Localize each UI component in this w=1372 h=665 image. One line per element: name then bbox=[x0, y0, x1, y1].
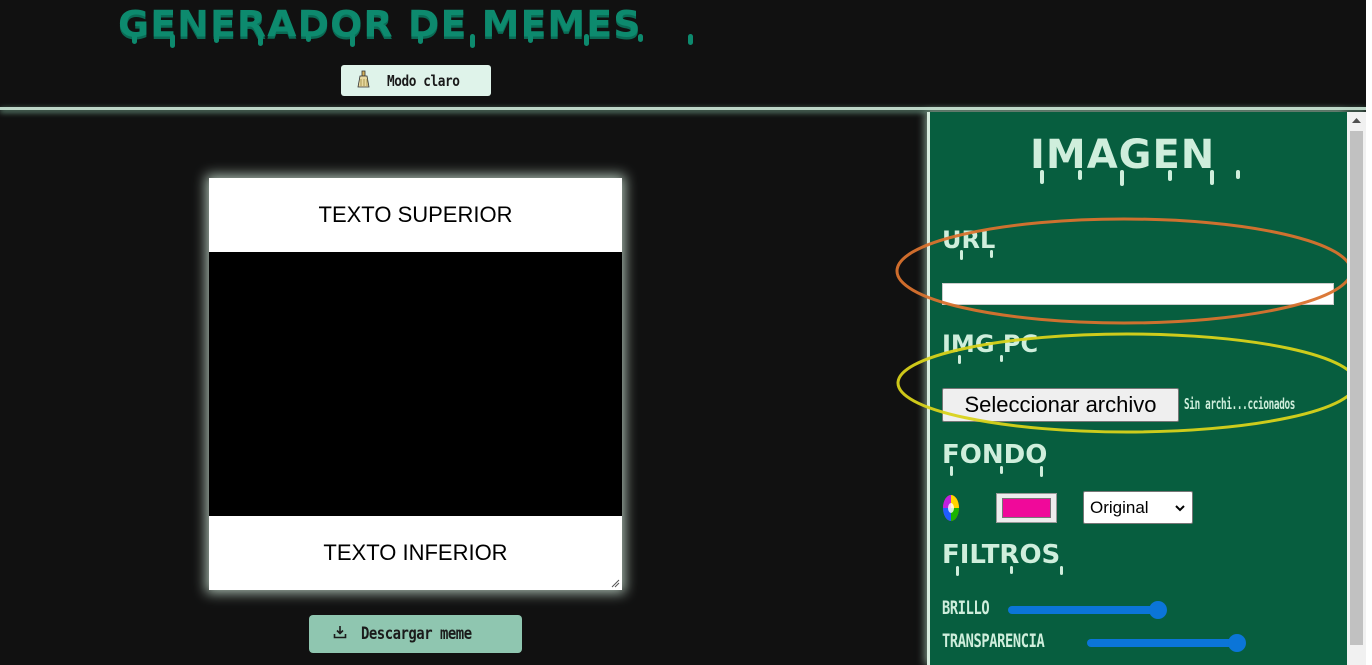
file-status-text: Sin archi...ccionados bbox=[1184, 395, 1296, 413]
brightness-slider-thumb[interactable] bbox=[1149, 601, 1167, 619]
blend-mode-select[interactable]: Original bbox=[1083, 491, 1193, 524]
scrollbar-thumb[interactable] bbox=[1350, 131, 1363, 645]
download-icon bbox=[333, 624, 347, 644]
img-pc-heading: IMG PC bbox=[942, 330, 1039, 358]
meme-image bbox=[209, 252, 622, 516]
header: GENERADOR DE MEMES Modo claro bbox=[0, 0, 1366, 108]
download-label: Descargar meme bbox=[361, 624, 472, 644]
meme-bottom-text: TEXTO INFERIOR bbox=[323, 540, 508, 565]
transparency-label: TRANSPARENCIA bbox=[942, 630, 1045, 652]
select-file-button[interactable]: Seleccionar archivo bbox=[942, 388, 1179, 422]
transparency-slider-thumb[interactable] bbox=[1228, 634, 1246, 652]
url-input[interactable] bbox=[942, 283, 1334, 305]
meme-preview: TEXTO SUPERIOR TEXTO INFERIOR bbox=[209, 178, 622, 590]
theme-toggle-button[interactable]: Modo claro bbox=[341, 65, 491, 96]
background-color-picker[interactable] bbox=[996, 493, 1057, 523]
theme-toggle-label: Modo claro bbox=[387, 71, 460, 90]
download-meme-button[interactable]: Descargar meme bbox=[309, 615, 522, 653]
color-swatch-fill bbox=[1002, 498, 1051, 518]
header-divider bbox=[0, 107, 1366, 110]
chevron-down-icon bbox=[1175, 505, 1185, 512]
color-wheel-icon bbox=[943, 495, 959, 521]
brightness-slider[interactable] bbox=[1008, 606, 1158, 614]
title-drips bbox=[132, 34, 693, 48]
panel-title: IMAGEN bbox=[1030, 132, 1216, 178]
meme-top-text: TEXTO SUPERIOR bbox=[318, 202, 513, 227]
transparency-slider[interactable] bbox=[1087, 639, 1237, 647]
broom-icon bbox=[357, 70, 371, 92]
resize-handle-icon[interactable] bbox=[610, 578, 620, 588]
window-edge bbox=[1366, 0, 1372, 665]
panel-scrollbar[interactable] bbox=[1347, 112, 1366, 665]
settings-panel: IMAGEN URL IMG PC Seleccionar archivo Si… bbox=[927, 112, 1347, 665]
blend-mode-value: Original bbox=[1090, 497, 1149, 517]
brightness-label: BRILLO bbox=[942, 597, 990, 619]
filters-heading: FILTROS bbox=[942, 540, 1061, 570]
background-heading: FONDO bbox=[942, 440, 1048, 470]
scroll-up-icon[interactable] bbox=[1347, 112, 1366, 129]
url-heading: URL bbox=[942, 226, 996, 254]
